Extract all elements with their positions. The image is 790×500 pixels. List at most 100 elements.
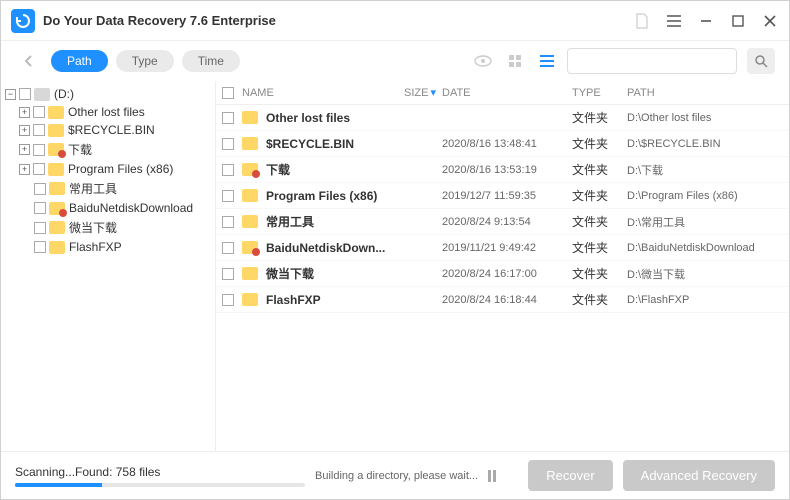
file-path: D:\微当下载: [627, 266, 789, 282]
file-type: 文件夹: [572, 265, 627, 282]
col-name[interactable]: NAME: [242, 87, 392, 99]
app-title: Do Your Data Recovery 7.6 Enterprise: [43, 13, 633, 28]
file-date: 2019/11/21 9:49:42: [442, 242, 572, 254]
pause-button[interactable]: [488, 470, 506, 482]
file-path: D:\Program Files (x86): [627, 190, 789, 202]
search-input[interactable]: [572, 54, 732, 68]
checkbox[interactable]: [222, 164, 234, 176]
file-row[interactable]: 常用工具2020/8/24 9:13:54文件夹D:\常用工具: [216, 209, 789, 235]
expander-icon[interactable]: +: [19, 164, 30, 175]
filter-type[interactable]: Type: [116, 50, 174, 72]
file-row[interactable]: 微当下载2020/8/24 16:17:00文件夹D:\微当下载: [216, 261, 789, 287]
file-row[interactable]: BaiduNetdiskDown... 2019/11/21 9:49:42文件夹…: [216, 235, 789, 261]
advanced-recovery-button[interactable]: Advanced Recovery: [623, 460, 775, 491]
tree-item-label: 下载: [68, 141, 92, 158]
tree-item[interactable]: +$RECYCLE.BIN: [3, 121, 213, 139]
expander-icon[interactable]: −: [5, 89, 16, 100]
checkbox[interactable]: [34, 241, 46, 253]
file-type: 文件夹: [572, 135, 627, 152]
checkbox[interactable]: [33, 124, 45, 136]
tree-item[interactable]: 常用工具: [3, 178, 213, 199]
search-button[interactable]: [747, 48, 775, 74]
file-type: 文件夹: [572, 239, 627, 256]
checkbox[interactable]: [19, 88, 31, 100]
recover-button[interactable]: Recover: [528, 460, 612, 491]
file-row[interactable]: FlashFXP2020/8/24 16:18:44文件夹D:\FlashFXP: [216, 287, 789, 313]
tree-item-label: Other lost files: [68, 105, 145, 119]
grid-view-icon[interactable]: [503, 49, 527, 73]
file-path: D:\FlashFXP: [627, 294, 789, 306]
scan-status: Scanning...Found: 758 files: [15, 465, 305, 479]
checkbox[interactable]: [222, 138, 234, 150]
file-row[interactable]: Other lost files文件夹D:\Other lost files: [216, 105, 789, 131]
folder-icon: [242, 137, 258, 150]
file-name: FlashFXP: [266, 293, 321, 307]
folder-icon: [49, 241, 65, 254]
file-row[interactable]: $RECYCLE.BIN2020/8/16 13:48:41文件夹D:\$REC…: [216, 131, 789, 157]
tree-item[interactable]: + Program Files (x86): [3, 160, 213, 178]
checkbox[interactable]: [33, 106, 45, 118]
checkbox[interactable]: [222, 216, 234, 228]
checkbox[interactable]: [33, 163, 45, 175]
close-button[interactable]: [761, 12, 779, 30]
tree-item[interactable]: + Other lost files: [3, 103, 213, 121]
col-size[interactable]: SIZE▾: [392, 86, 442, 99]
file-path: D:\Other lost files: [627, 112, 789, 124]
checkbox[interactable]: [222, 190, 234, 202]
checkbox[interactable]: [222, 112, 234, 124]
main-area: − (D:) +Other lost files+$RECYCLE.BIN+下载…: [1, 81, 789, 451]
checkbox[interactable]: [222, 294, 234, 306]
checkbox[interactable]: [222, 242, 234, 254]
sort-arrow-icon: ▾: [430, 87, 436, 99]
folder-icon: [49, 182, 65, 195]
tree-item[interactable]: FlashFXP: [3, 238, 213, 256]
expander-icon[interactable]: +: [19, 144, 30, 155]
file-name: $RECYCLE.BIN: [266, 137, 354, 151]
filter-path[interactable]: Path: [51, 50, 108, 72]
file-row[interactable]: 下载2020/8/16 13:53:19文件夹D:\下载: [216, 157, 789, 183]
tree-item[interactable]: 微当下载: [3, 217, 213, 238]
progress-bar: [15, 483, 305, 487]
folder-icon: [242, 267, 258, 280]
file-name: BaiduNetdiskDown...: [266, 241, 385, 255]
col-date[interactable]: DATE: [442, 87, 572, 99]
file-name: Other lost files: [266, 111, 350, 125]
list-view-icon[interactable]: [535, 49, 559, 73]
checkbox-all[interactable]: [222, 87, 234, 99]
tree-item[interactable]: + 下载: [3, 139, 213, 160]
file-path: D:\下载: [627, 162, 789, 178]
file-name: Program Files (x86): [266, 189, 377, 203]
folder-icon: [242, 111, 258, 124]
building-status: Building a directory, please wait...: [315, 470, 478, 482]
minimize-button[interactable]: [697, 12, 715, 30]
file-name: 常用工具: [266, 213, 314, 230]
titlebar: Do Your Data Recovery 7.6 Enterprise: [1, 1, 789, 41]
folder-icon: [48, 106, 64, 119]
checkbox[interactable]: [34, 202, 46, 214]
back-button[interactable]: [15, 47, 43, 75]
preview-icon[interactable]: [471, 49, 495, 73]
expander-icon[interactable]: +: [19, 125, 30, 136]
filter-time[interactable]: Time: [182, 50, 240, 72]
expander-icon[interactable]: +: [19, 107, 30, 118]
maximize-button[interactable]: [729, 12, 747, 30]
file-list: NAME SIZE▾ DATE TYPE PATH Other lost fil…: [216, 81, 789, 451]
tree-item[interactable]: BaiduNetdiskDownload: [3, 199, 213, 217]
tree-root[interactable]: − (D:): [3, 85, 213, 103]
document-icon[interactable]: [633, 12, 651, 30]
menu-icon[interactable]: [665, 12, 683, 30]
sidebar-tree[interactable]: − (D:) +Other lost files+$RECYCLE.BIN+下载…: [1, 81, 216, 451]
checkbox[interactable]: [222, 268, 234, 280]
search-box[interactable]: [567, 48, 737, 74]
checkbox[interactable]: [33, 144, 45, 156]
checkbox[interactable]: [34, 222, 46, 234]
app-icon: [11, 9, 35, 33]
col-type[interactable]: TYPE: [572, 87, 627, 99]
checkbox[interactable]: [34, 183, 46, 195]
col-path[interactable]: PATH: [627, 87, 789, 99]
file-row[interactable]: Program Files (x86)2019/12/7 11:59:35文件夹…: [216, 183, 789, 209]
folder-icon: [242, 163, 258, 176]
tree-item-label: Program Files (x86): [68, 162, 173, 176]
file-date: 2020/8/24 16:18:44: [442, 294, 572, 306]
folder-icon: [49, 202, 65, 215]
